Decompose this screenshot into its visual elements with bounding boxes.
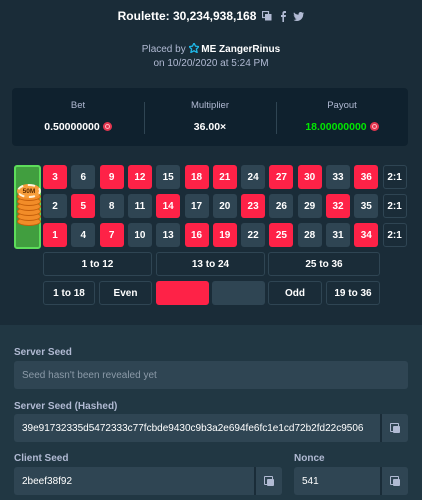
client-seed-value: 2beef38f92: [22, 475, 73, 487]
even-bet-button[interactable]: Even: [99, 281, 152, 305]
red-bet-button[interactable]: [156, 281, 209, 305]
bet-label: Bet: [70, 99, 86, 111]
number-cell[interactable]: 21: [212, 165, 237, 189]
high-bet-button[interactable]: 19 to 36: [326, 281, 380, 305]
placed-date: on 10/20/2020 at 5:24 PM: [153, 58, 269, 69]
column-bet-cell[interactable]: 2:1: [382, 194, 407, 218]
bet-stat: Bet 0.50000000: [12, 100, 144, 135]
facebook-icon[interactable]: [277, 10, 288, 22]
multiplier-stat: Multiplier 36.00×: [144, 100, 276, 135]
number-cell[interactable]: 6: [71, 165, 96, 189]
server-seed-field: Seed hasn't been revealed yet: [14, 361, 408, 389]
column-bet-cell[interactable]: 2:1: [382, 223, 407, 247]
number-cell[interactable]: 15: [156, 165, 181, 189]
twitter-icon[interactable]: [293, 11, 305, 22]
number-cell[interactable]: 5: [71, 194, 96, 218]
column-bet-cell[interactable]: 2:1: [382, 165, 407, 189]
payout-value-row: 18.00000000: [305, 120, 379, 133]
low-bet-button[interactable]: 1 to 18: [43, 281, 95, 305]
chip-icon: 50M: [17, 184, 41, 198]
number-cell[interactable]: 12: [127, 165, 152, 189]
bet-stats-panel: Bet 0.50000000 Multiplier 36.00× Payout …: [12, 88, 408, 146]
number-cell[interactable]: 22: [241, 223, 266, 247]
black-bet-button[interactable]: [212, 281, 265, 305]
payout-value: 18.00000000: [305, 120, 367, 133]
copy-button[interactable]: [380, 467, 408, 495]
payout-label: Payout: [327, 99, 357, 111]
number-cell[interactable]: 10: [127, 223, 152, 247]
copy-icon: [390, 423, 400, 433]
server-seed-hashed-label: Server Seed (Hashed): [14, 401, 118, 412]
bet-value: 0.50000000: [44, 120, 100, 133]
number-cell[interactable]: 23: [241, 194, 266, 218]
server-seed-placeholder: Seed hasn't been revealed yet: [22, 369, 157, 381]
dozen-bet-button[interactable]: 1 to 12: [43, 252, 152, 276]
nonce-label: Nonce: [294, 453, 325, 464]
number-cell[interactable]: 24: [241, 165, 266, 189]
vip-star-icon: [187, 41, 200, 57]
copy-button[interactable]: [254, 467, 282, 495]
copy-icon[interactable]: [261, 11, 272, 22]
number-cell[interactable]: 2: [43, 194, 67, 218]
multiplier-label: Multiplier: [190, 99, 229, 111]
number-cell[interactable]: 32: [326, 194, 350, 218]
client-seed-field[interactable]: 2beef38f92: [14, 467, 282, 495]
number-cell[interactable]: 26: [269, 194, 294, 218]
server-seed-hashed-value: 39e91732335d5472333c77fcbde9430c9b3a2e69…: [22, 422, 364, 434]
number-cell[interactable]: 7: [99, 223, 124, 247]
chip-stack: 50M: [15, 177, 42, 227]
copy-button[interactable]: [380, 414, 408, 442]
chip-label: 50M: [22, 187, 36, 195]
number-cell[interactable]: 8: [99, 194, 124, 218]
payout-stat: Payout 18.00000000: [276, 100, 408, 135]
number-cell[interactable]: 1: [43, 223, 67, 247]
number-cell[interactable]: 13: [156, 223, 181, 247]
server-seed-label: Server Seed: [14, 347, 72, 358]
number-cell[interactable]: 25: [269, 223, 294, 247]
copy-icon: [390, 476, 400, 486]
number-cell[interactable]: 16: [184, 223, 209, 247]
number-cell[interactable]: 30: [297, 165, 322, 189]
number-cell[interactable]: 9: [99, 165, 124, 189]
nonce-value: 541: [302, 475, 319, 487]
number-cell[interactable]: 11: [127, 194, 152, 218]
placed-info: Placed by ME ZangerRinus on 10/20/2020 a…: [0, 41, 422, 70]
number-cell[interactable]: 35: [354, 194, 379, 218]
number-cell[interactable]: 14: [156, 194, 181, 218]
dozen-bet-button[interactable]: 13 to 24: [156, 252, 265, 276]
odd-bet-button[interactable]: Odd: [268, 281, 322, 305]
number-cell[interactable]: 34: [354, 223, 379, 247]
number-cell[interactable]: 4: [71, 223, 96, 247]
number-cell[interactable]: 17: [184, 194, 209, 218]
number-cell[interactable]: 28: [297, 223, 322, 247]
number-cell[interactable]: 20: [212, 194, 237, 218]
bet-value-row: 0.50000000: [44, 120, 112, 133]
placed-prefix: Placed by: [141, 44, 186, 55]
number-cell[interactable]: 33: [326, 165, 350, 189]
number-cell[interactable]: 31: [326, 223, 350, 247]
number-cell[interactable]: 36: [354, 165, 379, 189]
copy-icon: [264, 476, 274, 486]
number-cell[interactable]: 19: [212, 223, 237, 247]
dozen-bet-button[interactable]: 25 to 36: [268, 252, 380, 276]
number-cell[interactable]: 18: [184, 165, 209, 189]
multiplier-value: 36.00×: [193, 120, 227, 133]
number-cell[interactable]: 3: [43, 165, 67, 189]
currency-icon: [102, 122, 112, 131]
client-seed-label: Client Seed: [14, 453, 69, 464]
currency-icon: [369, 122, 379, 131]
roulette-board: 3 6 9 12 15 18 21 24 27 30 33 36 2:1 2 5 8 11 14 17 20 23 26 2…: [14, 165, 410, 311]
page-title: Roulette: 30,234,938,168: [117, 9, 257, 23]
number-cell[interactable]: 27: [269, 165, 294, 189]
header: Roulette: 30,234,938,168: [0, 8, 422, 24]
server-seed-hashed-field[interactable]: 39e91732335d5472333c77fcbde9430c9b3a2e69…: [14, 414, 408, 442]
nonce-field[interactable]: 541: [294, 467, 408, 495]
number-cell[interactable]: 29: [297, 194, 322, 218]
username-link[interactable]: ME ZangerRinus: [201, 44, 280, 55]
